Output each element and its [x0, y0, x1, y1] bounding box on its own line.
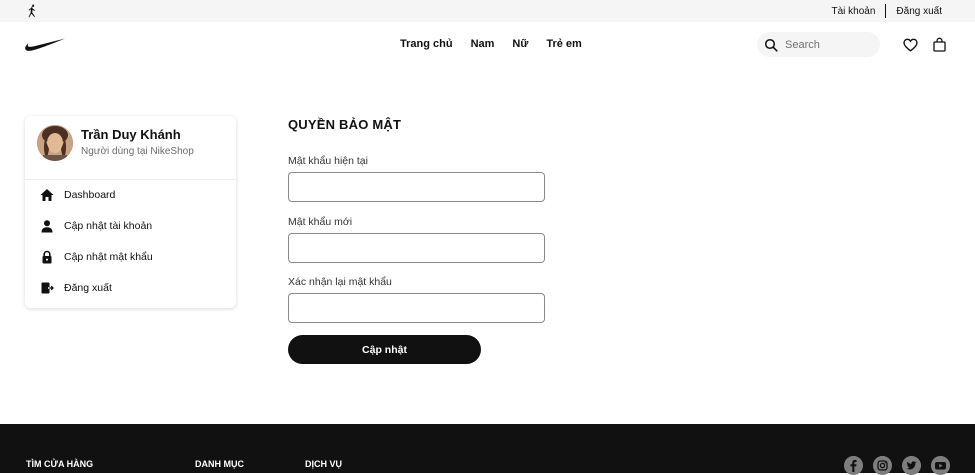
footer-heading-store[interactable]: TÌM CỬA HÀNG — [26, 459, 93, 469]
new-password-label: Mật khẩu mới — [288, 216, 353, 228]
card-divider — [25, 179, 236, 180]
logout-link[interactable]: Đăng xuất — [896, 6, 942, 17]
youtube-icon[interactable] — [931, 456, 950, 475]
jordan-logo-icon[interactable] — [24, 3, 40, 19]
nike-logo-icon[interactable] — [24, 37, 66, 53]
footer-heading-category[interactable]: DANH MỤC — [195, 459, 244, 469]
update-password-button[interactable]: Cập nhật — [288, 335, 481, 364]
home-icon — [40, 189, 54, 201]
profile-card: Trần Duy Khánh Người dùng tại NikeShop D… — [25, 116, 236, 308]
current-password-field[interactable] — [288, 172, 545, 202]
search-input[interactable] — [785, 38, 875, 51]
menu-item-label: Dashboard — [64, 189, 116, 201]
current-password-label: Mật khẩu hiện tại — [288, 155, 368, 167]
user-role: Người dùng tại NikeShop — [81, 146, 194, 157]
menu-item-logout[interactable]: Đăng xuất — [40, 278, 112, 298]
twitter-icon[interactable] — [902, 456, 921, 475]
menu-item-update-password[interactable]: Cập nhật mật khẩu — [40, 247, 153, 267]
account-link[interactable]: Tài khoản — [831, 6, 875, 17]
heart-icon[interactable] — [903, 38, 918, 52]
nav-women[interactable]: Nữ — [512, 38, 528, 50]
confirm-password-field[interactable] — [288, 293, 545, 323]
bag-icon[interactable] — [933, 37, 946, 52]
avatar — [37, 125, 73, 161]
nav-home[interactable]: Trang chủ — [400, 38, 453, 50]
search-icon[interactable] — [764, 38, 778, 52]
instagram-icon[interactable] — [873, 456, 892, 475]
menu-item-label: Đăng xuất — [64, 282, 112, 294]
topbar-divider — [885, 4, 887, 18]
facebook-icon[interactable] — [844, 456, 863, 475]
menu-item-label: Cập nhật tài khoản — [64, 220, 153, 232]
top-bar: Tài khoản Đăng xuất — [0, 0, 975, 22]
page-title: QUYỀN BẢO MẬT — [288, 117, 402, 132]
new-password-field[interactable] — [288, 233, 545, 263]
user-name: Trần Duy Khánh — [81, 127, 181, 142]
main-header: Trang chủ Nam Nữ Trẻ em — [0, 22, 975, 66]
footer-heading-service[interactable]: DỊCH VỤ — [305, 459, 342, 469]
nav-kids[interactable]: Trẻ em — [546, 38, 581, 50]
menu-item-dashboard[interactable]: Dashboard — [40, 185, 115, 205]
lock-icon — [42, 250, 52, 264]
confirm-password-label: Xác nhận lại mật khẩu — [288, 276, 392, 288]
menu-item-label: Cập nhật mật khẩu — [64, 251, 153, 263]
footer: TÌM CỬA HÀNG DANH MỤC DỊCH VỤ — [0, 424, 975, 475]
main-nav: Trang chủ Nam Nữ Trẻ em — [400, 22, 600, 66]
search-box — [757, 32, 880, 57]
user-icon — [41, 220, 53, 233]
nav-men[interactable]: Nam — [471, 38, 495, 50]
logout-icon — [41, 282, 54, 294]
menu-item-update-account[interactable]: Cập nhật tài khoản — [40, 216, 152, 236]
